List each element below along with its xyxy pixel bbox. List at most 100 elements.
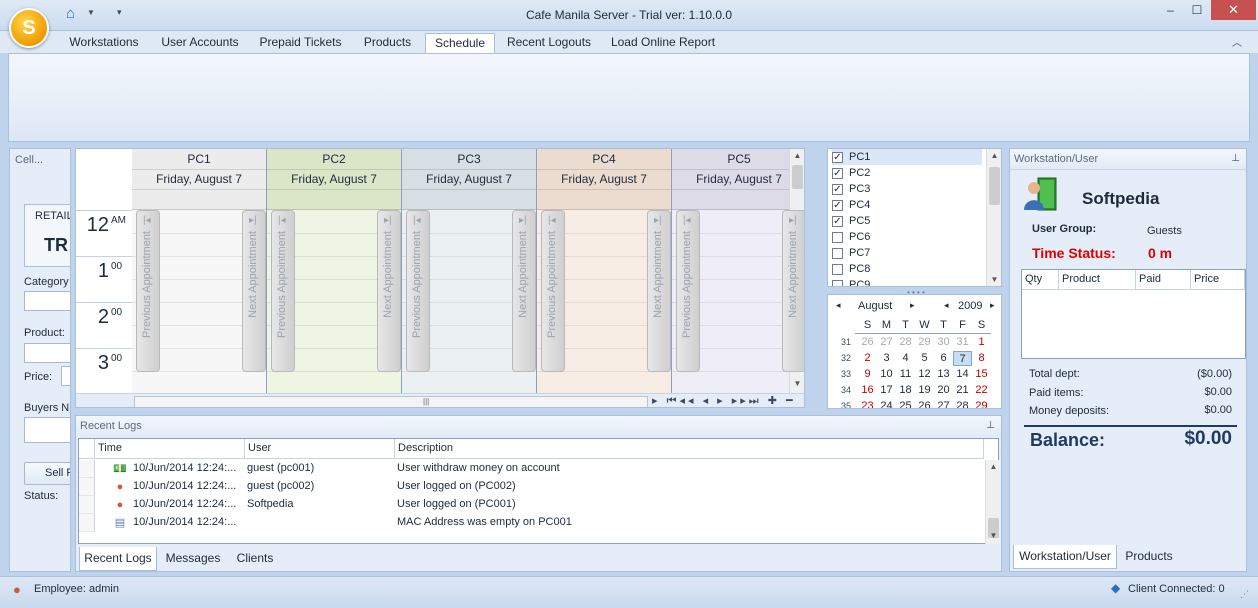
column-header-product[interactable]: Product xyxy=(1059,270,1136,290)
calendar-day[interactable]: 23 xyxy=(858,399,877,408)
pc-list-item[interactable]: ✓ PC3 xyxy=(832,181,982,197)
all-day-area[interactable] xyxy=(132,190,266,210)
tab-user-accounts[interactable]: User Accounts xyxy=(156,33,244,54)
scroll-up-icon[interactable]: ▲ xyxy=(987,462,1000,471)
calendar-day[interactable]: 29 xyxy=(915,335,934,350)
calendar-day[interactable]: 2 xyxy=(858,351,877,366)
calendar-day[interactable]: 30 xyxy=(934,335,953,350)
calendar-day[interactable]: 11 xyxy=(896,367,915,382)
pc-checkbox[interactable]: ✓ xyxy=(832,199,843,211)
calendar-day[interactable]: 9 xyxy=(858,367,877,382)
column-header-qty[interactable]: Qty xyxy=(1022,270,1059,290)
calendar-day[interactable]: 28 xyxy=(896,335,915,350)
scroll-up-icon[interactable]: ▲ xyxy=(988,151,1001,160)
all-day-area[interactable] xyxy=(672,190,804,210)
column-header-time[interactable]: Time xyxy=(95,439,245,459)
purchase-grid[interactable]: Qty Product Paid Price xyxy=(1021,269,1246,359)
calendar-day[interactable]: 31 xyxy=(953,335,972,350)
day-header[interactable]: Friday, August 7 xyxy=(672,170,804,190)
schedule-column-pc5[interactable]: PC5 Friday, August 7 |◂ Previous Appointmen… xyxy=(672,149,804,393)
calendar-day[interactable]: 19 xyxy=(915,383,934,398)
calendar-day[interactable]: 22 xyxy=(972,383,991,398)
calendar-day[interactable]: 25 xyxy=(896,399,915,408)
next-appointment-button[interactable]: ▸| Next Appointment xyxy=(647,210,671,372)
tab-workstation-user[interactable]: Workstation/User xyxy=(1013,545,1117,569)
calendar-day[interactable]: 4 xyxy=(896,351,915,366)
resource-header[interactable]: PC4 xyxy=(537,149,671,170)
calendar-year[interactable]: 2009 xyxy=(958,300,982,312)
table-row[interactable]: ● 10/Jun/2014 12:24:... guest (pc002) User … xyxy=(79,478,983,496)
logs-grid[interactable]: Time User Description 💵 10/Jun/2014 12:24… xyxy=(78,438,1000,544)
tab-clients[interactable]: Clients xyxy=(230,547,280,571)
maximize-button[interactable]: ☐ xyxy=(1183,0,1211,20)
pc-checkbox[interactable] xyxy=(832,247,843,259)
all-day-area[interactable] xyxy=(267,190,401,210)
tab-workstations[interactable]: Workstations xyxy=(62,33,146,54)
pc-list-item[interactable]: PC8 xyxy=(832,261,982,277)
pc-list-item[interactable]: ✓ PC2 xyxy=(832,165,982,181)
resource-header[interactable]: PC2 xyxy=(267,149,401,170)
pc-list-item[interactable]: ✓ PC4 xyxy=(832,197,982,213)
calendar-day[interactable]: 27 xyxy=(934,399,953,408)
calendar-day[interactable]: 28 xyxy=(953,399,972,408)
tab-recent-logs[interactable]: Recent Logs xyxy=(79,547,157,571)
retail-tab[interactable]: RETAIL xyxy=(35,210,70,222)
buyers-field[interactable] xyxy=(24,417,70,443)
calendar-day[interactable]: 12 xyxy=(915,367,934,382)
row-indicator[interactable] xyxy=(79,460,95,478)
scheduler-navigator[interactable]: ▸ ⏮◂◂ ◂ ▸ ▸▸⏭ ✚ ━ xyxy=(652,394,796,407)
schedule-column-pc4[interactable]: PC4 Friday, August 7 |◂ Previous Appointmen… xyxy=(537,149,672,393)
tab-recent-logouts[interactable]: Recent Logouts xyxy=(502,33,596,54)
calendar-day[interactable]: 13 xyxy=(934,367,953,382)
column-header-description[interactable]: Description xyxy=(395,439,984,459)
table-row[interactable]: 💵 10/Jun/2014 12:24:... guest (pc001) User … xyxy=(79,460,983,478)
next-appointment-button[interactable]: ▸| Next Appointment xyxy=(782,210,804,372)
day-header[interactable]: Friday, August 7 xyxy=(537,170,671,190)
calendar-month[interactable]: August xyxy=(858,300,892,312)
resource-header[interactable]: PC1 xyxy=(132,149,266,170)
scroll-down-icon[interactable]: ▼ xyxy=(791,379,804,389)
scheduler-horizontal-scrollbar[interactable]: ||| xyxy=(134,396,648,407)
calendar-day[interactable]: 24 xyxy=(877,399,896,408)
row-indicator[interactable] xyxy=(79,478,95,496)
calendar-day[interactable]: 3 xyxy=(877,351,896,366)
pc-checkbox[interactable]: ✓ xyxy=(832,167,843,179)
pin-icon[interactable]: ⊥ xyxy=(986,420,995,431)
product-select[interactable] xyxy=(24,343,70,363)
previous-appointment-button[interactable]: |◂ Previous Appointment xyxy=(271,210,295,372)
schedule-column-pc3[interactable]: PC3 Friday, August 7 |◂ Previous Appointmen… xyxy=(402,149,537,393)
pc-list-item[interactable]: PC7 xyxy=(832,245,982,261)
category-select[interactable] xyxy=(24,291,70,311)
next-appointment-button[interactable]: ▸| Next Appointment xyxy=(242,210,266,372)
calendar-day[interactable]: 14 xyxy=(953,367,972,382)
day-header[interactable]: Friday, August 7 xyxy=(132,170,266,190)
day-header[interactable]: Friday, August 7 xyxy=(267,170,401,190)
tab-products[interactable]: Products xyxy=(1119,545,1179,569)
previous-appointment-button[interactable]: |◂ Previous Appointment xyxy=(136,210,160,372)
next-appointment-button[interactable]: ▸| Next Appointment xyxy=(512,210,536,372)
pc-list-item[interactable]: PC6 xyxy=(832,229,982,245)
calendar-day[interactable]: 7 xyxy=(953,351,972,366)
calendar-day[interactable]: 18 xyxy=(896,383,915,398)
calendar-day[interactable]: 5 xyxy=(915,351,934,366)
ribbon-collapse-icon[interactable]: ︿ xyxy=(1232,34,1242,49)
scroll-thumb[interactable] xyxy=(792,165,803,189)
pc-list-item[interactable]: ✓ PC1 xyxy=(832,149,982,165)
pc-checkbox[interactable]: ✓ xyxy=(832,183,843,195)
column-header-price[interactable]: Price xyxy=(1191,270,1245,290)
calendar-day[interactable]: 8 xyxy=(972,351,991,366)
calendar-day[interactable]: 1 xyxy=(972,335,991,350)
pc-list-item[interactable]: PC9 xyxy=(832,277,982,286)
calendar-day[interactable]: 20 xyxy=(934,383,953,398)
scroll-down-icon[interactable]: ▼ xyxy=(988,275,1001,284)
next-year-icon[interactable]: ▸ xyxy=(990,300,995,311)
column-header-user[interactable]: User xyxy=(245,439,395,459)
pc-checkbox[interactable] xyxy=(832,263,843,275)
calendar-day[interactable]: 27 xyxy=(877,335,896,350)
close-button[interactable]: ✕ xyxy=(1211,0,1256,20)
schedule-column-pc1[interactable]: PC1 Friday, August 7 |◂ Previous Appointmen… xyxy=(132,149,267,393)
all-day-area[interactable] xyxy=(402,190,536,210)
calendar-day[interactable]: 10 xyxy=(877,367,896,382)
calendar-day[interactable]: 26 xyxy=(915,399,934,408)
next-month-icon[interactable]: ▸ xyxy=(910,300,915,311)
